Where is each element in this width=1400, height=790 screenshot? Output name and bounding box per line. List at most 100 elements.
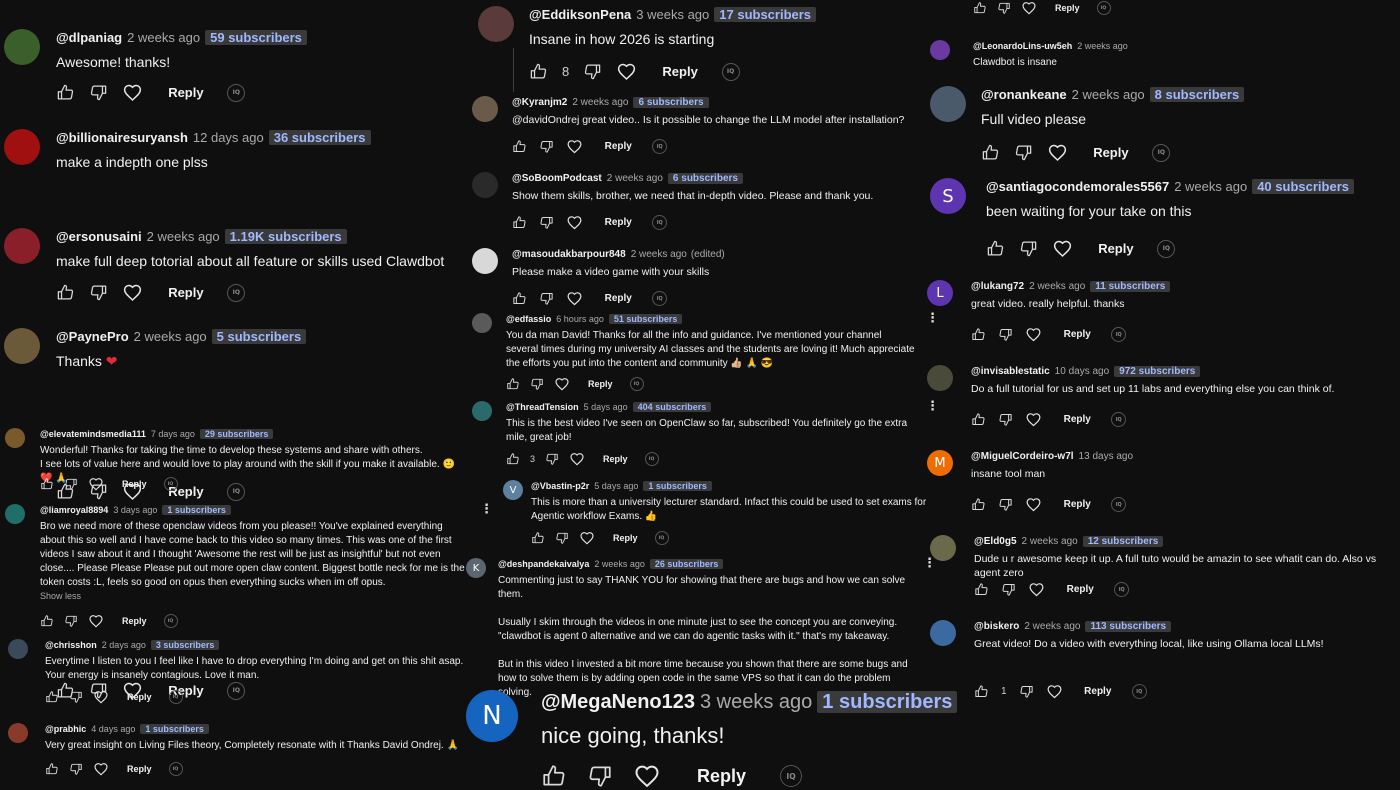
- avatar[interactable]: [8, 639, 28, 659]
- author-name[interactable]: @Eld0g5: [974, 536, 1017, 547]
- iq-badge-icon[interactable]: IQ: [1096, 1, 1111, 15]
- author-name[interactable]: @santiagocondemorales5567: [986, 179, 1169, 194]
- author-name[interactable]: @ronankeane: [981, 87, 1067, 102]
- reply-button[interactable]: Reply: [588, 379, 613, 389]
- heart-button[interactable]: [1047, 142, 1068, 163]
- heart-button[interactable]: [566, 290, 583, 307]
- author-name[interactable]: @MiguelCordeiro-w7l: [971, 451, 1074, 462]
- reply-button[interactable]: Reply: [1064, 414, 1091, 425]
- author-name[interactable]: @ThreadTension: [506, 402, 579, 412]
- dislike-button[interactable]: [998, 412, 1013, 427]
- iq-badge-icon[interactable]: IQ: [163, 614, 178, 628]
- like-button[interactable]: [45, 762, 59, 776]
- like-button[interactable]: [541, 763, 567, 789]
- like-button[interactable]: [973, 1, 987, 15]
- dislike-button[interactable]: [64, 477, 78, 491]
- timestamp[interactable]: 3 weeks ago: [636, 7, 709, 22]
- like-button[interactable]: [531, 531, 545, 545]
- iq-badge-icon[interactable]: IQ: [168, 762, 183, 776]
- iq-badge-icon[interactable]: IQ: [227, 283, 246, 302]
- avatar[interactable]: [472, 172, 498, 198]
- timestamp[interactable]: 2 weeks ago: [134, 329, 207, 344]
- reply-button[interactable]: Reply: [603, 454, 628, 464]
- author-name[interactable]: @dlpaniag: [56, 30, 122, 45]
- heart-button[interactable]: [554, 376, 570, 392]
- reply-button[interactable]: Reply: [127, 692, 152, 702]
- timestamp[interactable]: 6 hours ago: [556, 314, 604, 324]
- author-name[interactable]: @edfassio: [506, 314, 551, 324]
- reply-button[interactable]: Reply: [1098, 241, 1133, 256]
- avatar[interactable]: [472, 313, 492, 333]
- reply-button[interactable]: Reply: [168, 285, 203, 300]
- iq-badge-icon[interactable]: IQ: [163, 477, 178, 491]
- like-button[interactable]: [40, 477, 54, 491]
- dislike-button[interactable]: [539, 215, 554, 230]
- author-name[interactable]: @billionairesuryansh: [56, 130, 188, 145]
- timestamp[interactable]: 12 days ago: [193, 130, 264, 145]
- timestamp[interactable]: 2 weeks ago: [1077, 41, 1128, 51]
- dislike-button[interactable]: [1019, 684, 1034, 699]
- like-button[interactable]: [971, 327, 986, 342]
- heart-button[interactable]: [1028, 581, 1045, 598]
- iq-badge-icon[interactable]: IQ: [1131, 684, 1147, 699]
- iq-badge-icon[interactable]: IQ: [652, 139, 668, 154]
- iq-badge-icon[interactable]: IQ: [1111, 412, 1127, 427]
- avatar[interactable]: [930, 40, 950, 60]
- timestamp[interactable]: 7 days ago: [151, 429, 195, 439]
- like-button[interactable]: [512, 139, 527, 154]
- heart-button[interactable]: [122, 282, 143, 303]
- heart-button[interactable]: [616, 61, 637, 82]
- like-button[interactable]: [512, 291, 527, 306]
- reply-button[interactable]: Reply: [605, 141, 632, 152]
- reply-button[interactable]: Reply: [1084, 686, 1111, 697]
- heart-button[interactable]: [566, 214, 583, 231]
- dislike-button[interactable]: [89, 83, 108, 102]
- heart-button[interactable]: [566, 138, 583, 155]
- like-button[interactable]: [45, 690, 59, 704]
- iq-badge-icon[interactable]: IQ: [652, 215, 668, 230]
- reply-button[interactable]: Reply: [662, 64, 697, 79]
- iq-badge-icon[interactable]: IQ: [1157, 239, 1176, 258]
- timestamp[interactable]: 2 weeks ago: [607, 173, 663, 184]
- avatar[interactable]: [472, 96, 498, 122]
- timestamp[interactable]: 13 days ago: [1079, 451, 1134, 462]
- author-name[interactable]: @deshpandekaivalya: [498, 559, 589, 569]
- iq-badge-icon[interactable]: IQ: [168, 690, 183, 704]
- like-button[interactable]: [56, 283, 75, 302]
- timestamp[interactable]: 3 weeks ago: [700, 691, 812, 713]
- reply-button[interactable]: Reply: [613, 533, 638, 543]
- reply-button[interactable]: Reply: [605, 217, 632, 228]
- dislike-button[interactable]: [583, 62, 602, 81]
- like-button[interactable]: [981, 143, 1000, 162]
- iq-badge-icon[interactable]: IQ: [654, 531, 669, 545]
- dislike-button[interactable]: [1001, 582, 1016, 597]
- heart-button[interactable]: [88, 476, 104, 492]
- reply-button[interactable]: Reply: [1055, 3, 1080, 13]
- heart-button[interactable]: [579, 530, 595, 546]
- avatar[interactable]: [930, 86, 966, 122]
- iq-badge-icon[interactable]: IQ: [780, 765, 803, 787]
- timestamp[interactable]: 10 days ago: [1055, 366, 1110, 377]
- timestamp[interactable]: 2 weeks ago: [1174, 179, 1247, 194]
- avatar[interactable]: [930, 620, 956, 646]
- dislike-button[interactable]: [89, 283, 108, 302]
- like-button[interactable]: [971, 497, 986, 512]
- iq-badge-icon[interactable]: IQ: [1111, 327, 1127, 342]
- like-button[interactable]: [506, 377, 520, 391]
- heart-button[interactable]: [1021, 0, 1037, 16]
- author-name[interactable]: @invisablestatic: [971, 366, 1050, 377]
- like-button[interactable]: [971, 412, 986, 427]
- iq-badge-icon[interactable]: IQ: [652, 291, 668, 306]
- avatar[interactable]: V: [503, 480, 523, 500]
- more-options-icon[interactable]: ⋮: [480, 502, 493, 517]
- avatar[interactable]: [5, 428, 25, 448]
- avatar[interactable]: [8, 723, 28, 743]
- reply-button[interactable]: Reply: [127, 764, 152, 774]
- timestamp[interactable]: 2 weeks ago: [594, 559, 645, 569]
- avatar[interactable]: [478, 6, 514, 42]
- heart-button[interactable]: [1052, 238, 1073, 259]
- reply-button[interactable]: Reply: [605, 293, 632, 304]
- avatar[interactable]: S: [930, 178, 966, 214]
- avatar[interactable]: [4, 328, 40, 364]
- author-name[interactable]: @elevatemindsmedia111: [40, 429, 146, 439]
